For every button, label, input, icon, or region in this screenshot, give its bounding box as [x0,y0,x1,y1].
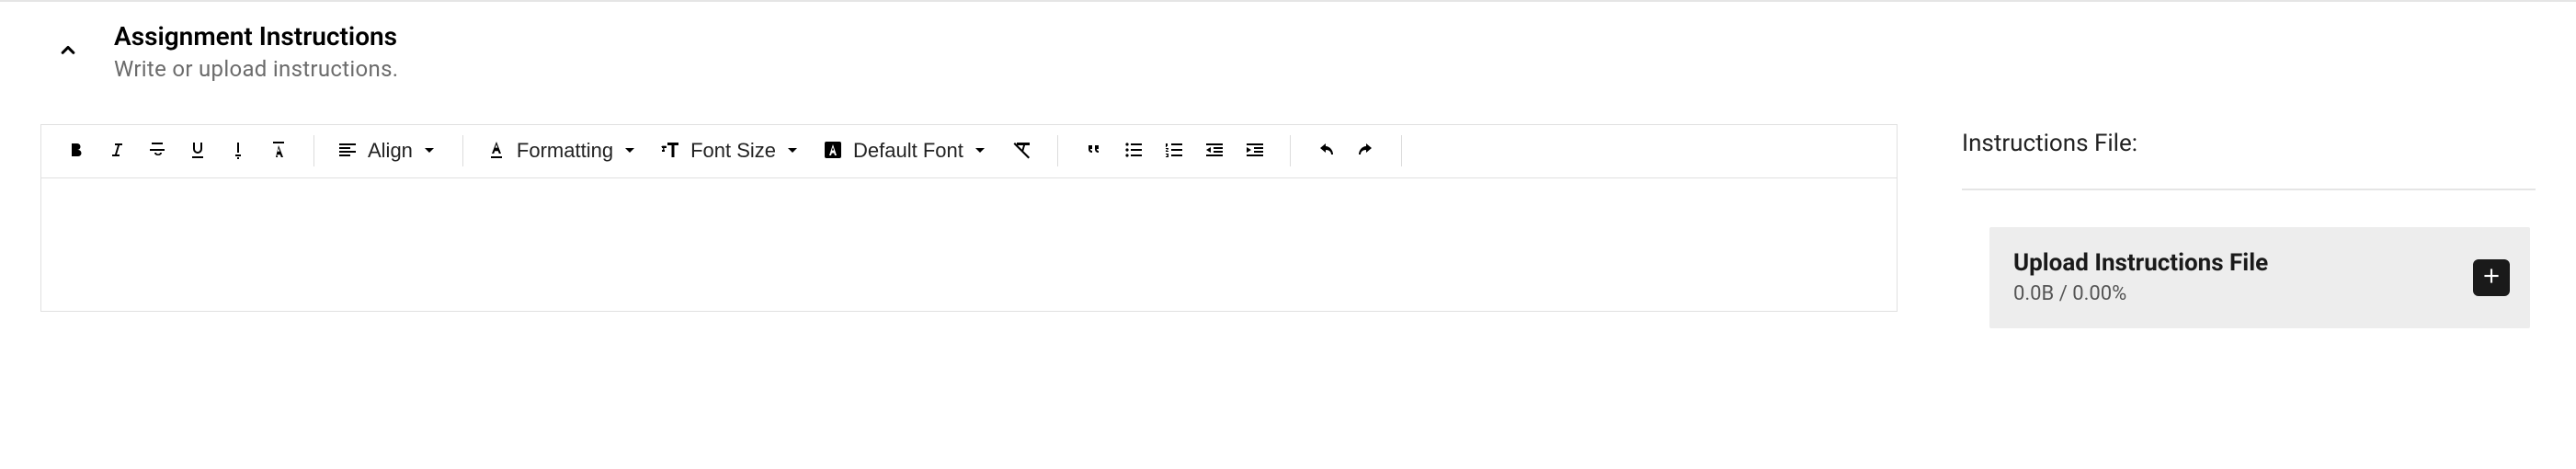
align-left-icon [336,139,359,164]
text-color-icon [485,139,507,164]
numbered-list-button[interactable] [1154,131,1194,171]
numbered-list-icon [1163,139,1185,164]
font-size-icon [659,139,681,164]
sidebar-title: Instructions File: [1962,130,2536,157]
italic-button[interactable] [97,131,137,171]
toolbar-separator [313,135,314,166]
overline-icon [268,139,290,164]
undo-icon [1315,139,1337,164]
plus-icon [2479,264,2503,291]
toolbar-separator [1401,135,1402,166]
bullet-list-button[interactable] [1113,131,1154,171]
undo-button[interactable] [1305,131,1346,171]
editor-textarea[interactable] [41,178,1897,311]
sidebar: Instructions File: Upload Instructions F… [1962,124,2576,328]
upload-card-title: Upload Instructions File [2013,249,2268,277]
redo-button[interactable] [1346,131,1386,171]
caret-down-icon [781,139,804,164]
blockquote-button[interactable] [1073,131,1113,171]
italic-icon [106,139,128,164]
panel: Assignment Instructions Write or upload … [0,2,2576,328]
caret-down-icon [969,139,991,164]
subscript-button[interactable] [218,131,258,171]
font-size-label: Font Size [690,139,776,163]
bullet-list-icon [1123,139,1145,164]
strikethrough-button[interactable] [137,131,177,171]
overline-button[interactable] [258,131,299,171]
indent-button[interactable] [1235,131,1275,171]
toolbar-separator [462,135,463,166]
font-family-icon [822,139,844,164]
font-family-label: Default Font [853,139,963,163]
underline-button[interactable] [177,131,218,171]
collapse-button[interactable] [40,24,96,79]
page-subtitle: Write or upload instructions. [114,54,398,86]
font-family-dropdown[interactable]: Default Font [815,131,998,171]
clear-formatting-button[interactable] [1002,131,1043,171]
sidebar-divider [1962,189,2536,190]
upload-add-button[interactable] [2473,259,2510,296]
formatting-dropdown[interactable]: Formatting [478,131,648,171]
align-dropdown[interactable]: Align [329,131,448,171]
strikethrough-icon [146,139,168,164]
editor-toolbar: Align Formatting [41,125,1897,178]
header: Assignment Instructions Write or upload … [40,20,2576,86]
subscript-icon [227,139,249,164]
clear-formatting-icon [1011,139,1033,164]
upload-card-texts: Upload Instructions File 0.0B / 0.00% [2013,249,2268,305]
caret-down-icon [619,139,641,164]
upload-card[interactable]: Upload Instructions File 0.0B / 0.00% [1989,227,2530,328]
quote-icon [1082,139,1104,164]
align-label: Align [368,139,413,163]
body: Align Formatting [40,124,2576,328]
toolbar-separator [1290,135,1291,166]
font-size-dropdown[interactable]: Font Size [652,131,811,171]
outdent-icon [1203,139,1225,164]
redo-icon [1355,139,1377,164]
indent-icon [1244,139,1266,164]
underline-icon [187,139,209,164]
outdent-button[interactable] [1194,131,1235,171]
upload-card-status: 0.0B / 0.00% [2013,282,2268,305]
toolbar-separator [1057,135,1058,166]
formatting-label: Formatting [517,139,613,163]
editor-shell: Align Formatting [40,124,1898,312]
bold-icon [65,139,87,164]
editor-column: Align Formatting [40,124,1898,312]
caret-down-icon [418,139,440,164]
bold-button[interactable] [56,131,97,171]
chevron-up-icon [55,38,81,66]
page-title: Assignment Instructions [114,20,398,52]
header-titles: Assignment Instructions Write or upload … [114,20,398,86]
